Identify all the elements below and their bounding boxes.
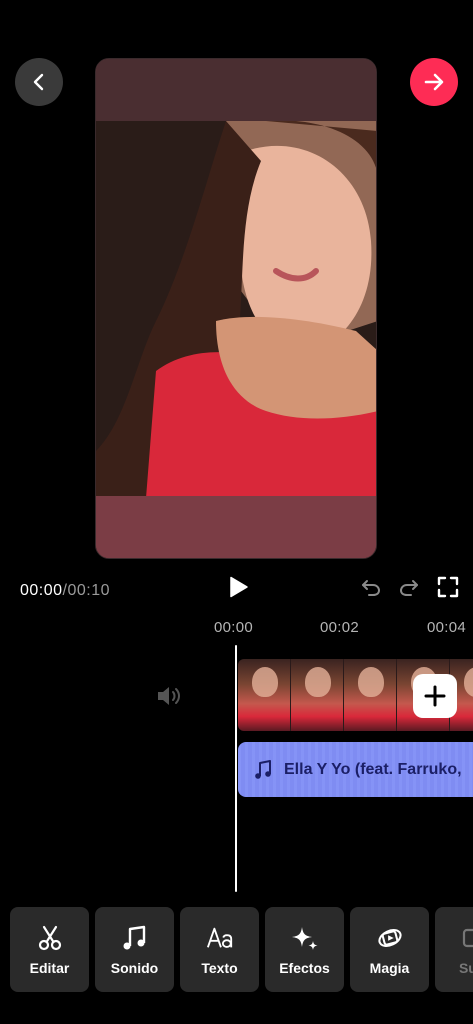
text-aa-icon [206, 924, 234, 952]
audio-track[interactable]: Ella Y Yo (feat. Farruko, [238, 742, 473, 797]
ruler-mark: 00:00 [214, 619, 254, 636]
total-time: 00:10 [67, 582, 111, 599]
ruler-mark: 00:04 [427, 619, 467, 636]
current-time: 00:00 [20, 582, 63, 599]
tool-label: Efectos [279, 959, 330, 976]
video-frame-thumbnail [238, 659, 291, 731]
tool-subtitulos[interactable]: Subt [435, 907, 473, 992]
fullscreen-button[interactable] [437, 576, 459, 598]
tool-label: Magia [369, 959, 410, 976]
tool-label: Sonido [110, 959, 159, 976]
redo-icon [399, 580, 418, 596]
letterbox-bottom [96, 496, 376, 558]
video-frame-thumbnail [291, 659, 344, 731]
undo-button[interactable] [360, 576, 382, 598]
chevron-left-icon [33, 73, 44, 91]
fullscreen-icon [437, 576, 459, 598]
tool-label: Editar [29, 959, 70, 976]
ruler-mark: 00:02 [320, 619, 360, 636]
video-preview[interactable] [95, 58, 377, 559]
plus-icon [424, 685, 446, 707]
music-note-icon [121, 924, 149, 952]
tool-sonido[interactable]: Sonido [95, 907, 174, 992]
scissors-icon [36, 924, 64, 952]
tool-efectos[interactable]: Efectos [265, 907, 344, 992]
play-icon [230, 576, 248, 598]
preview-photo [96, 121, 376, 498]
music-note-icon [255, 759, 271, 779]
mute-button[interactable] [155, 683, 183, 709]
tool-label: Texto [201, 959, 238, 976]
tool-label: Subt [458, 959, 473, 976]
speaker-icon [158, 687, 180, 705]
captions-icon [461, 924, 473, 952]
next-button[interactable] [410, 58, 458, 106]
letterbox-top [96, 59, 376, 121]
video-frame-thumbnail [344, 659, 397, 731]
audio-track-title: Ella Y Yo (feat. Farruko, [284, 760, 462, 778]
back-button[interactable] [15, 58, 63, 106]
undo-icon [362, 580, 381, 596]
playhead[interactable] [235, 645, 237, 892]
playback-time: 00:00/00:10 [20, 582, 110, 600]
tool-texto[interactable]: Texto [180, 907, 259, 992]
add-clip-button[interactable] [413, 674, 457, 718]
editing-toolbar: Editar Sonido Texto Efectos Magia Su [10, 907, 473, 992]
play-button[interactable] [226, 575, 250, 599]
arrow-right-icon [424, 73, 444, 91]
tool-magia[interactable]: Magia [350, 907, 429, 992]
redo-button[interactable] [398, 576, 420, 598]
sparkles-icon [291, 924, 319, 952]
tool-editar[interactable]: Editar [10, 907, 89, 992]
magic-icon [376, 924, 404, 952]
